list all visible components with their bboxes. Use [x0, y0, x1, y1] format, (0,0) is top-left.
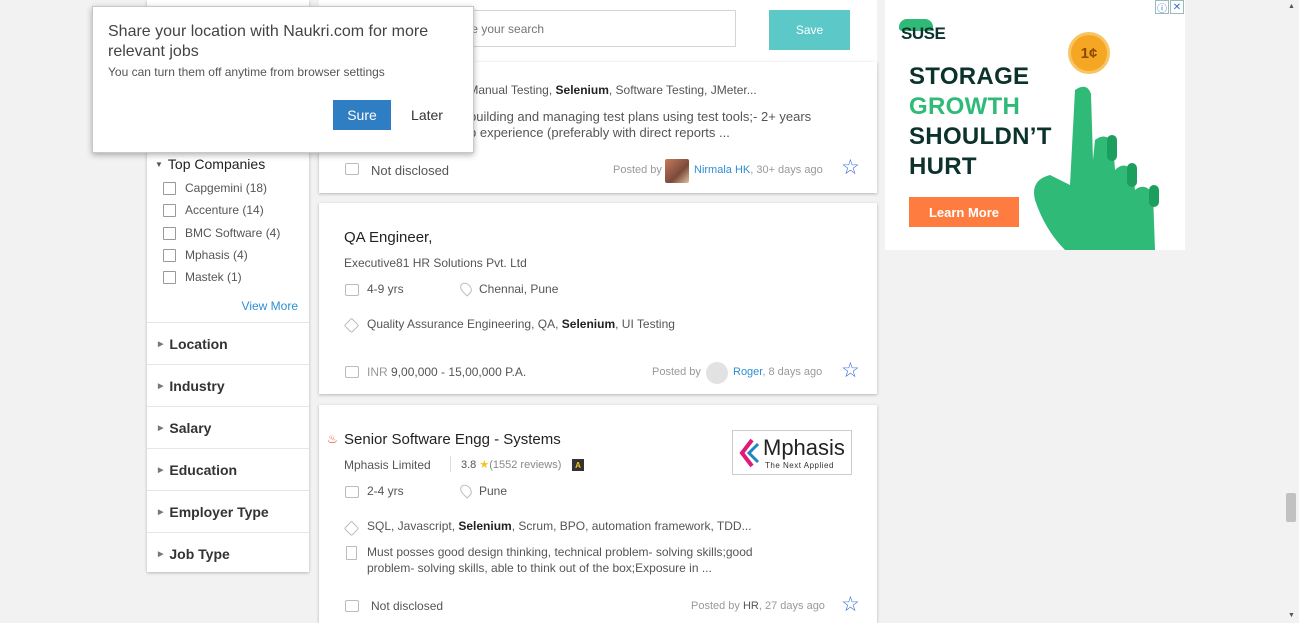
- job-card[interactable]: ♨ Senior Software Engg - Systems Mphasis…: [319, 405, 877, 623]
- location-permission-popup: Share your location with Naukri.com for …: [92, 6, 474, 153]
- poster-name: HR: [742, 600, 759, 612]
- checkbox[interactable]: [163, 226, 176, 240]
- posted-info: Nirmala HK, 30+ days ago: [694, 164, 823, 176]
- caret-right-icon: ▶: [158, 550, 164, 558]
- location-pin-icon: [457, 280, 475, 297]
- learn-more-button[interactable]: Learn More: [909, 197, 1019, 227]
- save-job-star-icon[interactable]: ☆: [841, 157, 860, 178]
- checkbox[interactable]: [163, 270, 176, 284]
- job-description-line2: p experience (preferably with direct rep…: [469, 125, 730, 140]
- ad-close-icon[interactable]: ✕: [1170, 0, 1184, 14]
- job-location: Chennai, Pune: [479, 282, 559, 296]
- ad-headline-2: GROWTH: [909, 93, 1021, 120]
- job-salary: Not disclosed: [371, 599, 444, 613]
- ambitionbox-icon[interactable]: A: [572, 459, 584, 471]
- company-filter-mastek[interactable]: Mastek (1): [163, 267, 242, 287]
- later-button[interactable]: Later: [405, 100, 449, 130]
- mphasis-logo-icon: [739, 438, 760, 468]
- poster-name-link[interactable]: Nirmala HK: [694, 164, 750, 176]
- job-skills: Quality Assurance Engineering, QA, Selen…: [367, 317, 675, 331]
- job-salary: INR 9,00,000 - 15,00,000 P.A.: [367, 365, 527, 379]
- description-doc-icon: [346, 546, 357, 560]
- company-logo: Mphasis The Next Applied: [732, 430, 852, 475]
- job-description-line1: building and managing test plans using t…: [469, 109, 812, 124]
- job-skills: SQL, Javascript, Selenium, Scrum, BPO, a…: [367, 519, 752, 533]
- job-description-line1: Must posses good design thinking, techni…: [367, 545, 753, 559]
- caret-down-icon: ▼: [155, 160, 163, 169]
- company-filter-capgemini[interactable]: Capgemini (18): [163, 178, 267, 198]
- job-experience: 4-9 yrs: [367, 282, 404, 296]
- company-name-link[interactable]: Mphasis Limited: [344, 458, 431, 472]
- checkbox[interactable]: [163, 203, 176, 217]
- briefcase-icon: [345, 284, 359, 296]
- ad-headline-1: STORAGE: [909, 63, 1030, 90]
- ad-headline-4: HURT: [909, 153, 977, 180]
- suse-advertisement[interactable]: SUSE STORAGE GROWTH SHOULDN’T HURT 1¢ Le…: [885, 0, 1185, 250]
- caret-right-icon: ▶: [158, 382, 164, 390]
- checkbox[interactable]: [163, 181, 176, 195]
- filter-section-job-type[interactable]: ▶ Job Type: [147, 532, 309, 574]
- filter-section-education[interactable]: ▶ Education: [147, 448, 309, 490]
- hot-job-flame-icon: ♨: [327, 432, 338, 446]
- filter-section-industry[interactable]: ▶ Industry: [147, 364, 309, 406]
- skill-tag-icon: [343, 317, 360, 334]
- filter-section-salary[interactable]: ▶ Salary: [147, 406, 309, 448]
- wallet-icon: [345, 163, 359, 175]
- scrollbar-thumb[interactable]: [1286, 493, 1296, 522]
- company-rating[interactable]: 3.8 ★(1552 reviews): [461, 458, 561, 471]
- job-experience: 2-4 yrs: [367, 484, 404, 498]
- posted-by-label: Posted by: [652, 366, 701, 378]
- sure-button[interactable]: Sure: [333, 100, 391, 130]
- ad-info-icon[interactable]: ⓘ: [1155, 0, 1169, 15]
- popup-subtext: You can turn them off anytime from brows…: [108, 65, 385, 79]
- ad-brand: SUSE: [901, 24, 946, 43]
- scroll-down-arrow-icon[interactable]: ▼: [1288, 612, 1295, 619]
- view-more-link[interactable]: View More: [242, 299, 298, 313]
- company-filter-bmc[interactable]: BMC Software (4): [163, 223, 280, 243]
- poster-name-link[interactable]: Roger: [733, 366, 762, 378]
- filter-section-location[interactable]: ▶ Location: [147, 322, 309, 364]
- save-job-star-icon[interactable]: ☆: [841, 360, 860, 381]
- posted-by-label: Posted by: [613, 164, 662, 176]
- top-companies-header[interactable]: ▼ Top Companies: [155, 156, 265, 172]
- job-skills: g, Manual Testing, Selenium, Software Te…: [455, 83, 757, 97]
- poster-avatar: [665, 159, 689, 183]
- job-location: Pune: [479, 484, 508, 498]
- job-salary: Not disclosed: [371, 163, 450, 178]
- job-title-link[interactable]: Senior Software Engg - Systems: [344, 431, 561, 448]
- wallet-icon: [345, 366, 359, 378]
- checkbox[interactable]: [163, 248, 176, 262]
- rating-star-icon: ★: [479, 459, 490, 471]
- save-search-button[interactable]: Save: [769, 10, 850, 50]
- job-title-link[interactable]: QA Engineer,: [344, 229, 432, 246]
- job-card[interactable]: QA Engineer, Executive81 HR Solutions Pv…: [319, 203, 877, 394]
- filter-section-employer-type[interactable]: ▶ Employer Type: [147, 490, 309, 532]
- wallet-icon: [345, 600, 359, 612]
- skill-tag-icon: [343, 520, 360, 537]
- briefcase-icon: [345, 486, 359, 498]
- search-name-input[interactable]: [439, 10, 736, 47]
- hand-illustration-icon: [1034, 86, 1159, 250]
- company-filter-accenture[interactable]: Accenture (14): [163, 200, 264, 220]
- poster-avatar: [706, 362, 728, 384]
- company-filter-mphasis[interactable]: Mphasis (4): [163, 245, 248, 265]
- save-job-star-icon[interactable]: ☆: [841, 594, 860, 615]
- posted-info: Posted by HR, 27 days ago: [691, 600, 825, 612]
- caret-right-icon: ▶: [158, 508, 164, 516]
- posted-info: Roger, 8 days ago: [733, 366, 823, 378]
- location-pin-icon: [457, 482, 475, 499]
- scroll-up-arrow-icon[interactable]: ▲: [1288, 3, 1295, 10]
- divider: [450, 456, 451, 472]
- job-description-line2: problem- solving skills, able to think o…: [367, 561, 712, 575]
- coin-icon: 1¢: [1068, 32, 1110, 74]
- page-scrollbar[interactable]: ▲ ▼: [1284, 0, 1299, 623]
- company-name-link[interactable]: Executive81 HR Solutions Pvt. Ltd: [344, 256, 527, 270]
- popup-heading: Share your location with Naukri.com for …: [108, 23, 429, 60]
- caret-right-icon: ▶: [158, 424, 164, 432]
- caret-right-icon: ▶: [158, 340, 164, 348]
- caret-right-icon: ▶: [158, 466, 164, 474]
